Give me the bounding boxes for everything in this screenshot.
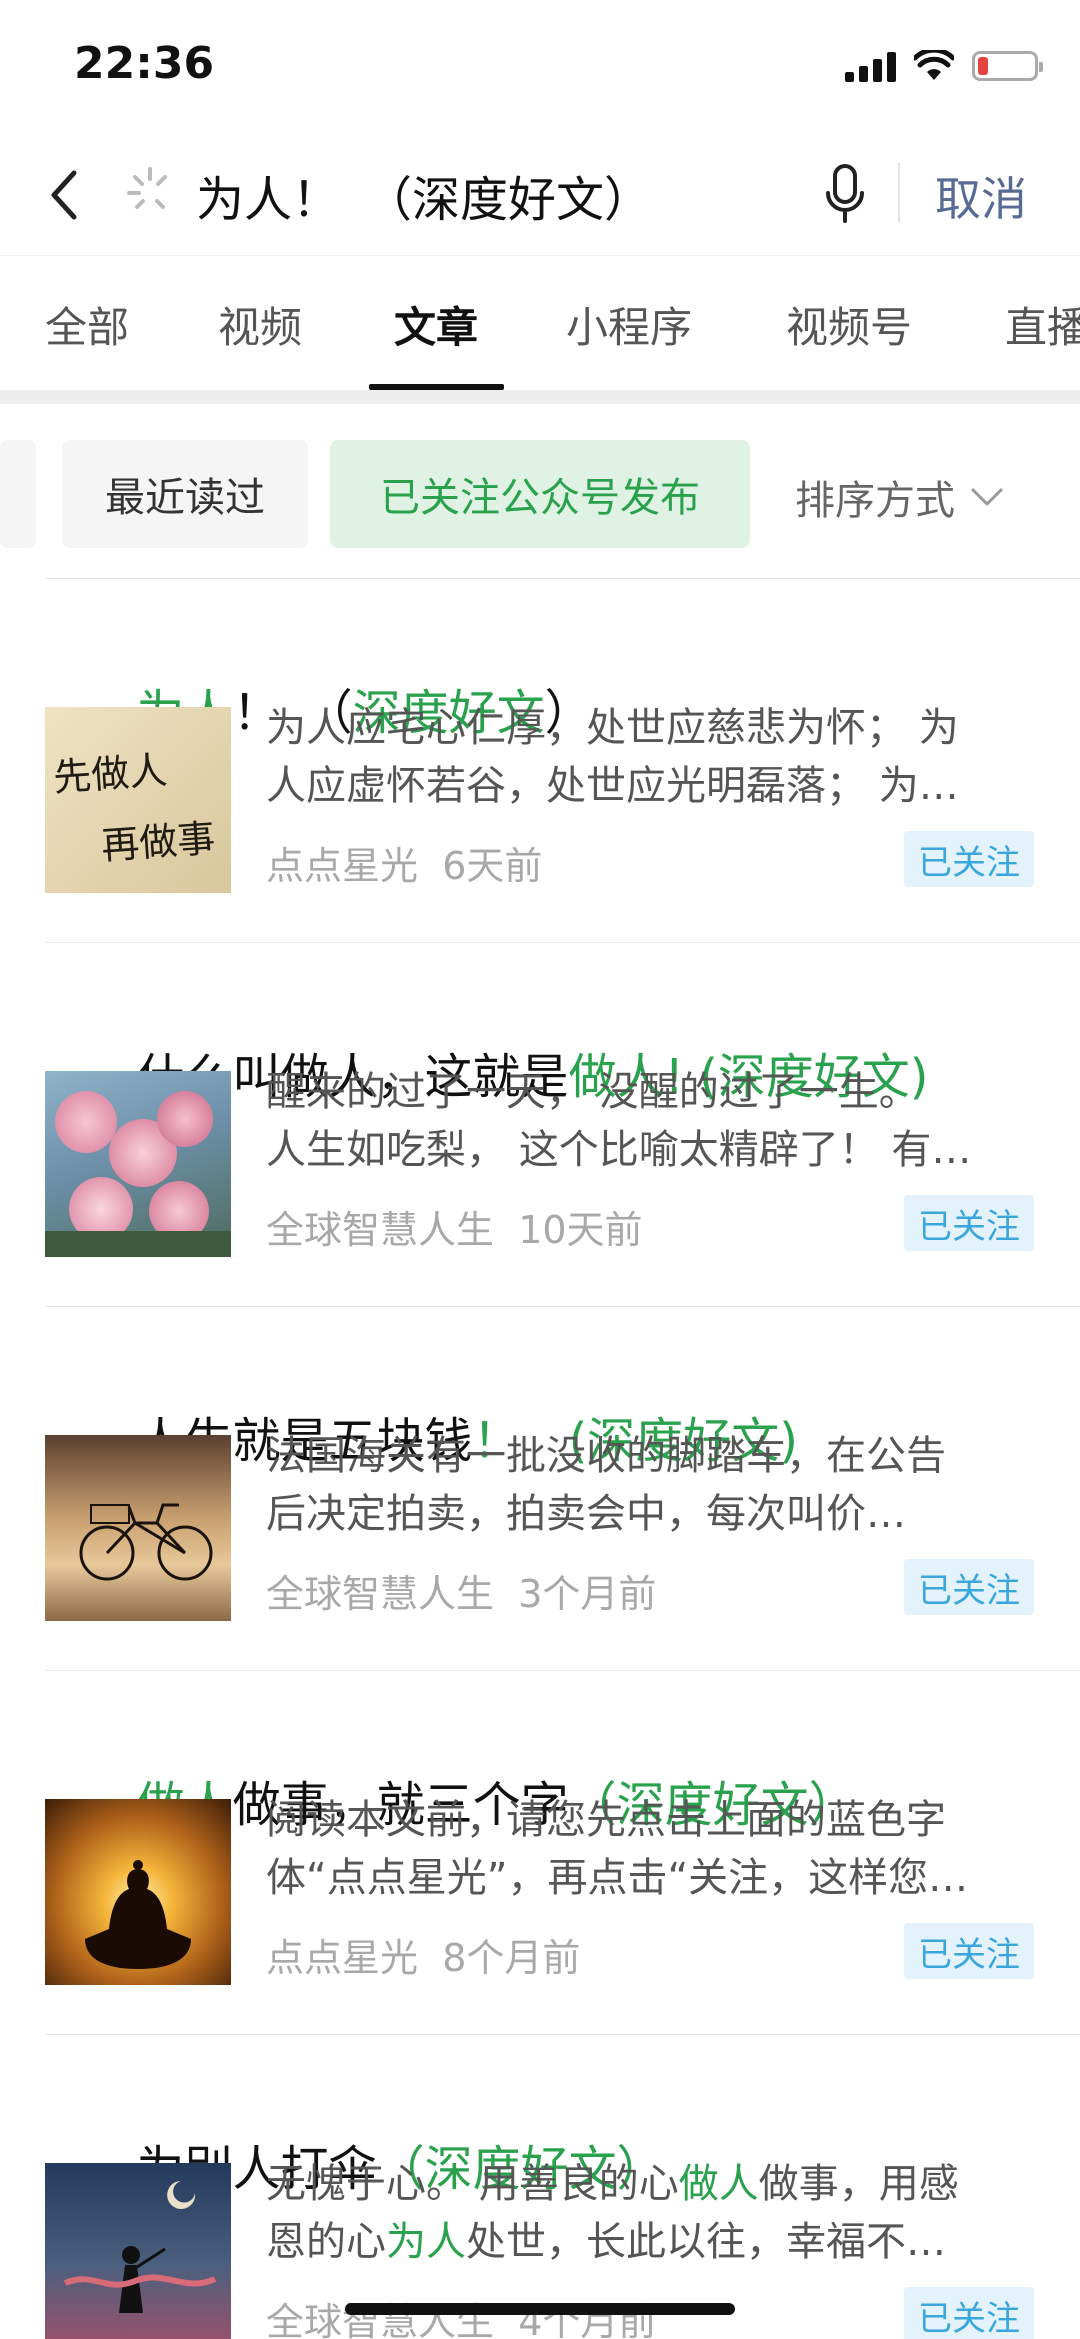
article-thumbnail <box>45 2163 231 2339</box>
snippet-line: 为人应宅心仁厚，处世应慈悲为怀； 为 <box>266 705 959 751</box>
tab-all[interactable]: 全部 <box>45 294 129 355</box>
battery-icon <box>972 51 1043 81</box>
buddha-silhouette-icon <box>85 1860 191 1969</box>
tab-mini-programs[interactable]: 小程序 <box>566 294 692 355</box>
article-snippet: 为人应宅心仁厚，处世应慈悲为怀； 为 人应虚怀若谷，处世应光明磊落； 为… <box>266 699 1036 815</box>
account-name: 全球智慧人生 <box>266 1572 495 1616</box>
publish-time: 6天前 <box>442 844 543 888</box>
status-icons <box>845 44 1043 88</box>
article-thumbnail <box>45 1435 231 1621</box>
snippet-line: 阅读本文前，请您先点击上面的蓝色字 <box>266 1797 946 1843</box>
article-result[interactable]: 做人做事，就三个字（深度好文） 阅读本文前，请您先点击上面的蓝色字 体“点点星光… <box>0 1671 1080 2035</box>
loading-spinner-icon <box>127 167 167 209</box>
article-result[interactable]: 为人！ （深度好文） 先做人 再做事 为人应宅心仁厚，处世应慈悲为怀； 为 人应… <box>0 579 1080 943</box>
article-meta: 全球智慧人生 10天前 <box>266 1199 643 1254</box>
snippet-line: 人应虚怀若谷，处世应光明磊落； 为… <box>266 763 959 809</box>
girl-silhouette-icon <box>63 2181 217 2313</box>
snippet-line: 人生如吃梨， 这个比喻太精辟了！ 有… <box>266 1127 972 1173</box>
filter-chip-partial[interactable] <box>0 440 36 548</box>
article-snippet: 法国海关有一批没收的脚踏车，在公告 后决定拍卖，拍卖会中，每次叫价… <box>266 1427 1036 1543</box>
back-icon[interactable] <box>40 163 90 227</box>
article-result[interactable]: 什么叫做人，这就是做人! (深度好文) 醒来的过了一天， 没醒的过了一生。 人生… <box>0 943 1080 1307</box>
article-meta: 全球智慧人生 3个月前 <box>266 1563 656 1618</box>
snippet-line: 后决定拍卖，拍卖会中，每次叫价… <box>266 1491 906 1537</box>
article-meta: 点点星光 8个月前 <box>266 1927 580 1982</box>
article-result[interactable]: 人生就是五块钱！ (深度好文) 法国海关有一批没收的脚踏车，在公告 后决定拍卖，… <box>0 1307 1080 1671</box>
article-meta: 全球智慧人生 4个月前 <box>266 2291 656 2339</box>
article-snippet: 阅读本文前，请您先点击上面的蓝色字 体“点点星光”，再点击“关注，这样您… <box>266 1791 1036 1907</box>
snippet-line: 无愧于心。 用善良的心做人做事，用感 <box>266 2155 1036 2213</box>
filter-followed-accounts[interactable]: 已关注公众号发布 <box>330 440 750 548</box>
article-snippet: 醒来的过了一天， 没醒的过了一生。 人生如吃梨， 这个比喻太精辟了！ 有… <box>266 1063 1036 1179</box>
home-indicator[interactable] <box>345 2303 735 2315</box>
cancel-button[interactable]: 取消 <box>935 163 1027 229</box>
article-result[interactable]: 为别人打伞（深度好文） 无愧于心。 用善良的心做人做事，用感 恩的心为人处世，长… <box>0 2035 1080 2339</box>
tab-video[interactable]: 视频 <box>218 294 302 355</box>
snippet-line: 恩的心为人处世，长此以往，幸福不… <box>266 2213 1036 2271</box>
search-bar: 为人！ （深度好文） 取消 <box>0 135 1080 255</box>
article-thumbnail: 先做人 再做事 <box>45 707 231 893</box>
tab-live[interactable]: 直播 <box>1005 294 1080 355</box>
snippet-part: 为人 <box>386 2219 466 2265</box>
snippet-line: 法国海关有一批没收的脚踏车，在公告 <box>266 1433 946 1479</box>
publish-time: 8个月前 <box>442 1936 581 1980</box>
sort-dropdown[interactable]: 排序方式 <box>795 468 1005 526</box>
account-name: 点点星光 <box>266 844 419 888</box>
thumbnail-text: 先做人 <box>51 748 169 800</box>
status-time: 22:36 <box>74 38 215 89</box>
thumbnail-text: 再做事 <box>99 816 217 868</box>
search-results-page: 22:36 为人！ （深度好文） 取消 全部 视频 文章 小程序 视频号 直播 … <box>0 0 1080 2339</box>
section-separator <box>0 390 1080 404</box>
article-thumbnail <box>45 1799 231 1985</box>
article-snippet: 无愧于心。 用善良的心做人做事，用感 恩的心为人处世，长此以往，幸福不… <box>266 2155 1036 2271</box>
snippet-part: 做事，用感 <box>758 2161 959 2207</box>
followed-badge: 已关注 <box>904 2287 1034 2339</box>
followed-badge: 已关注 <box>904 1195 1034 1251</box>
article-meta: 点点星光 6天前 <box>266 835 542 890</box>
divider <box>898 163 900 223</box>
chevron-down-icon <box>971 488 1003 506</box>
snippet-part: 恩的心 <box>266 2219 386 2265</box>
microphone-icon[interactable] <box>822 161 868 227</box>
followed-badge: 已关注 <box>904 1559 1034 1615</box>
category-tabs: 全部 视频 文章 小程序 视频号 直播 <box>0 255 1080 390</box>
search-input[interactable]: 为人！ （深度好文） <box>196 160 652 230</box>
wifi-icon <box>914 50 954 80</box>
account-name: 全球智慧人生 <box>266 1208 495 1252</box>
filter-recently-read[interactable]: 最近读过 <box>62 440 308 548</box>
snippet-part: 处世，长此以往，幸福不… <box>466 2219 946 2265</box>
snippet-part: 无愧于心。 用善良的心 <box>266 2161 679 2207</box>
snippet-part: 做人 <box>678 2161 759 2207</box>
snippet-line: 醒来的过了一天， 没醒的过了一生。 <box>266 1069 919 1115</box>
account-name: 点点星光 <box>266 1936 419 1980</box>
publish-time: 10天前 <box>518 1208 643 1252</box>
tab-articles[interactable]: 文章 <box>394 294 478 355</box>
article-thumbnail <box>45 1071 231 1257</box>
sort-label: 排序方式 <box>795 478 955 524</box>
tab-channels[interactable]: 视频号 <box>786 294 912 355</box>
followed-badge: 已关注 <box>904 1923 1034 1979</box>
signal-icon <box>845 50 896 82</box>
status-bar: 22:36 <box>0 0 1080 135</box>
publish-time: 3个月前 <box>518 1572 657 1616</box>
snippet-line: 体“点点星光”，再点击“关注，这样您… <box>266 1855 969 1901</box>
bicycle-icon <box>79 1503 213 1581</box>
followed-badge: 已关注 <box>904 831 1034 887</box>
filter-bar: 最近读过 已关注公众号发布 排序方式 <box>0 404 1080 579</box>
